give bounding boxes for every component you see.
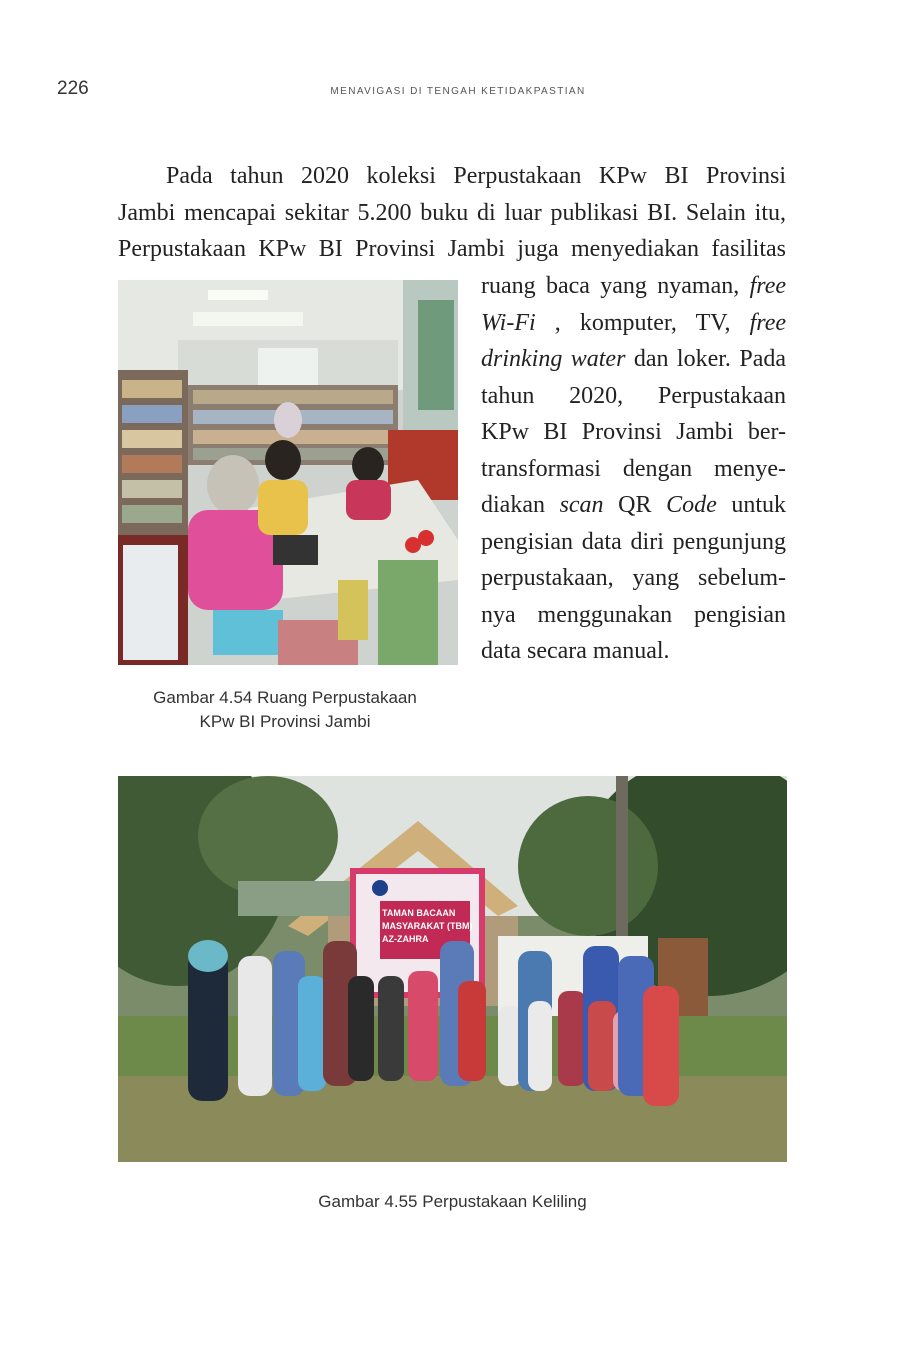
paragraph-intro: Pada tahun 2020 koleksi Perpustakaan KPw…	[118, 158, 786, 268]
text-line: nya menggunakan pengisian	[481, 601, 786, 628]
text-line: ruang baca yang nyaman, free	[481, 273, 786, 299]
caption-line: KPw BI Provinsi Jambi	[199, 712, 371, 731]
banner-text-3: AZ-ZAHRA	[382, 934, 429, 944]
text-line: Perpustakaan KPw BI Provinsi Jambi juga …	[118, 236, 786, 262]
paragraph-facilities: ruang baca yang nyaman, free Wi-Fi , kom…	[481, 268, 786, 670]
text-line: data secara manual.	[481, 638, 670, 664]
mobile-library-photo: TAMAN BACAAN MASYARAKAT (TBM) AZ-ZAHRA	[118, 776, 787, 1162]
figure-caption-2: Gambar 4.55 Perpustakaan Keliling	[318, 1192, 587, 1211]
text-line: diakan scan QR Code untuk	[481, 492, 786, 518]
running-title: MENAVIGASI DI TENGAH KETIDAKPASTIAN	[330, 86, 586, 97]
text-line: perpustakaan, yang sebelum-	[481, 565, 786, 591]
text-line: Wi-Fi , komputer, TV, free	[481, 309, 786, 336]
text-line: tahun 2020, Perpustakaan	[481, 382, 786, 409]
text-line: Pada tahun 2020 koleksi Perpustakaan KPw…	[166, 163, 786, 189]
text-line: transformasi dengan menye-	[481, 455, 786, 482]
banner-text-1: TAMAN BACAAN	[382, 908, 455, 918]
library-room-photo	[118, 280, 458, 665]
text-line: pengisian data diri pengunjung	[481, 528, 786, 555]
text-line: Jambi mencapai sekitar 5.200 buku di lua…	[118, 199, 786, 226]
figure-caption-1: Gambar 4.54 Ruang Perpustakaan KPw BI Pr…	[118, 686, 452, 734]
text-line: drinking water dan loker. Pada	[481, 346, 786, 372]
text-line: KPw BI Provinsi Jambi ber-	[481, 419, 786, 445]
banner-text-2: MASYARAKAT (TBM)	[382, 921, 473, 931]
caption-line: Gambar 4.54 Ruang Perpustakaan	[153, 688, 417, 707]
